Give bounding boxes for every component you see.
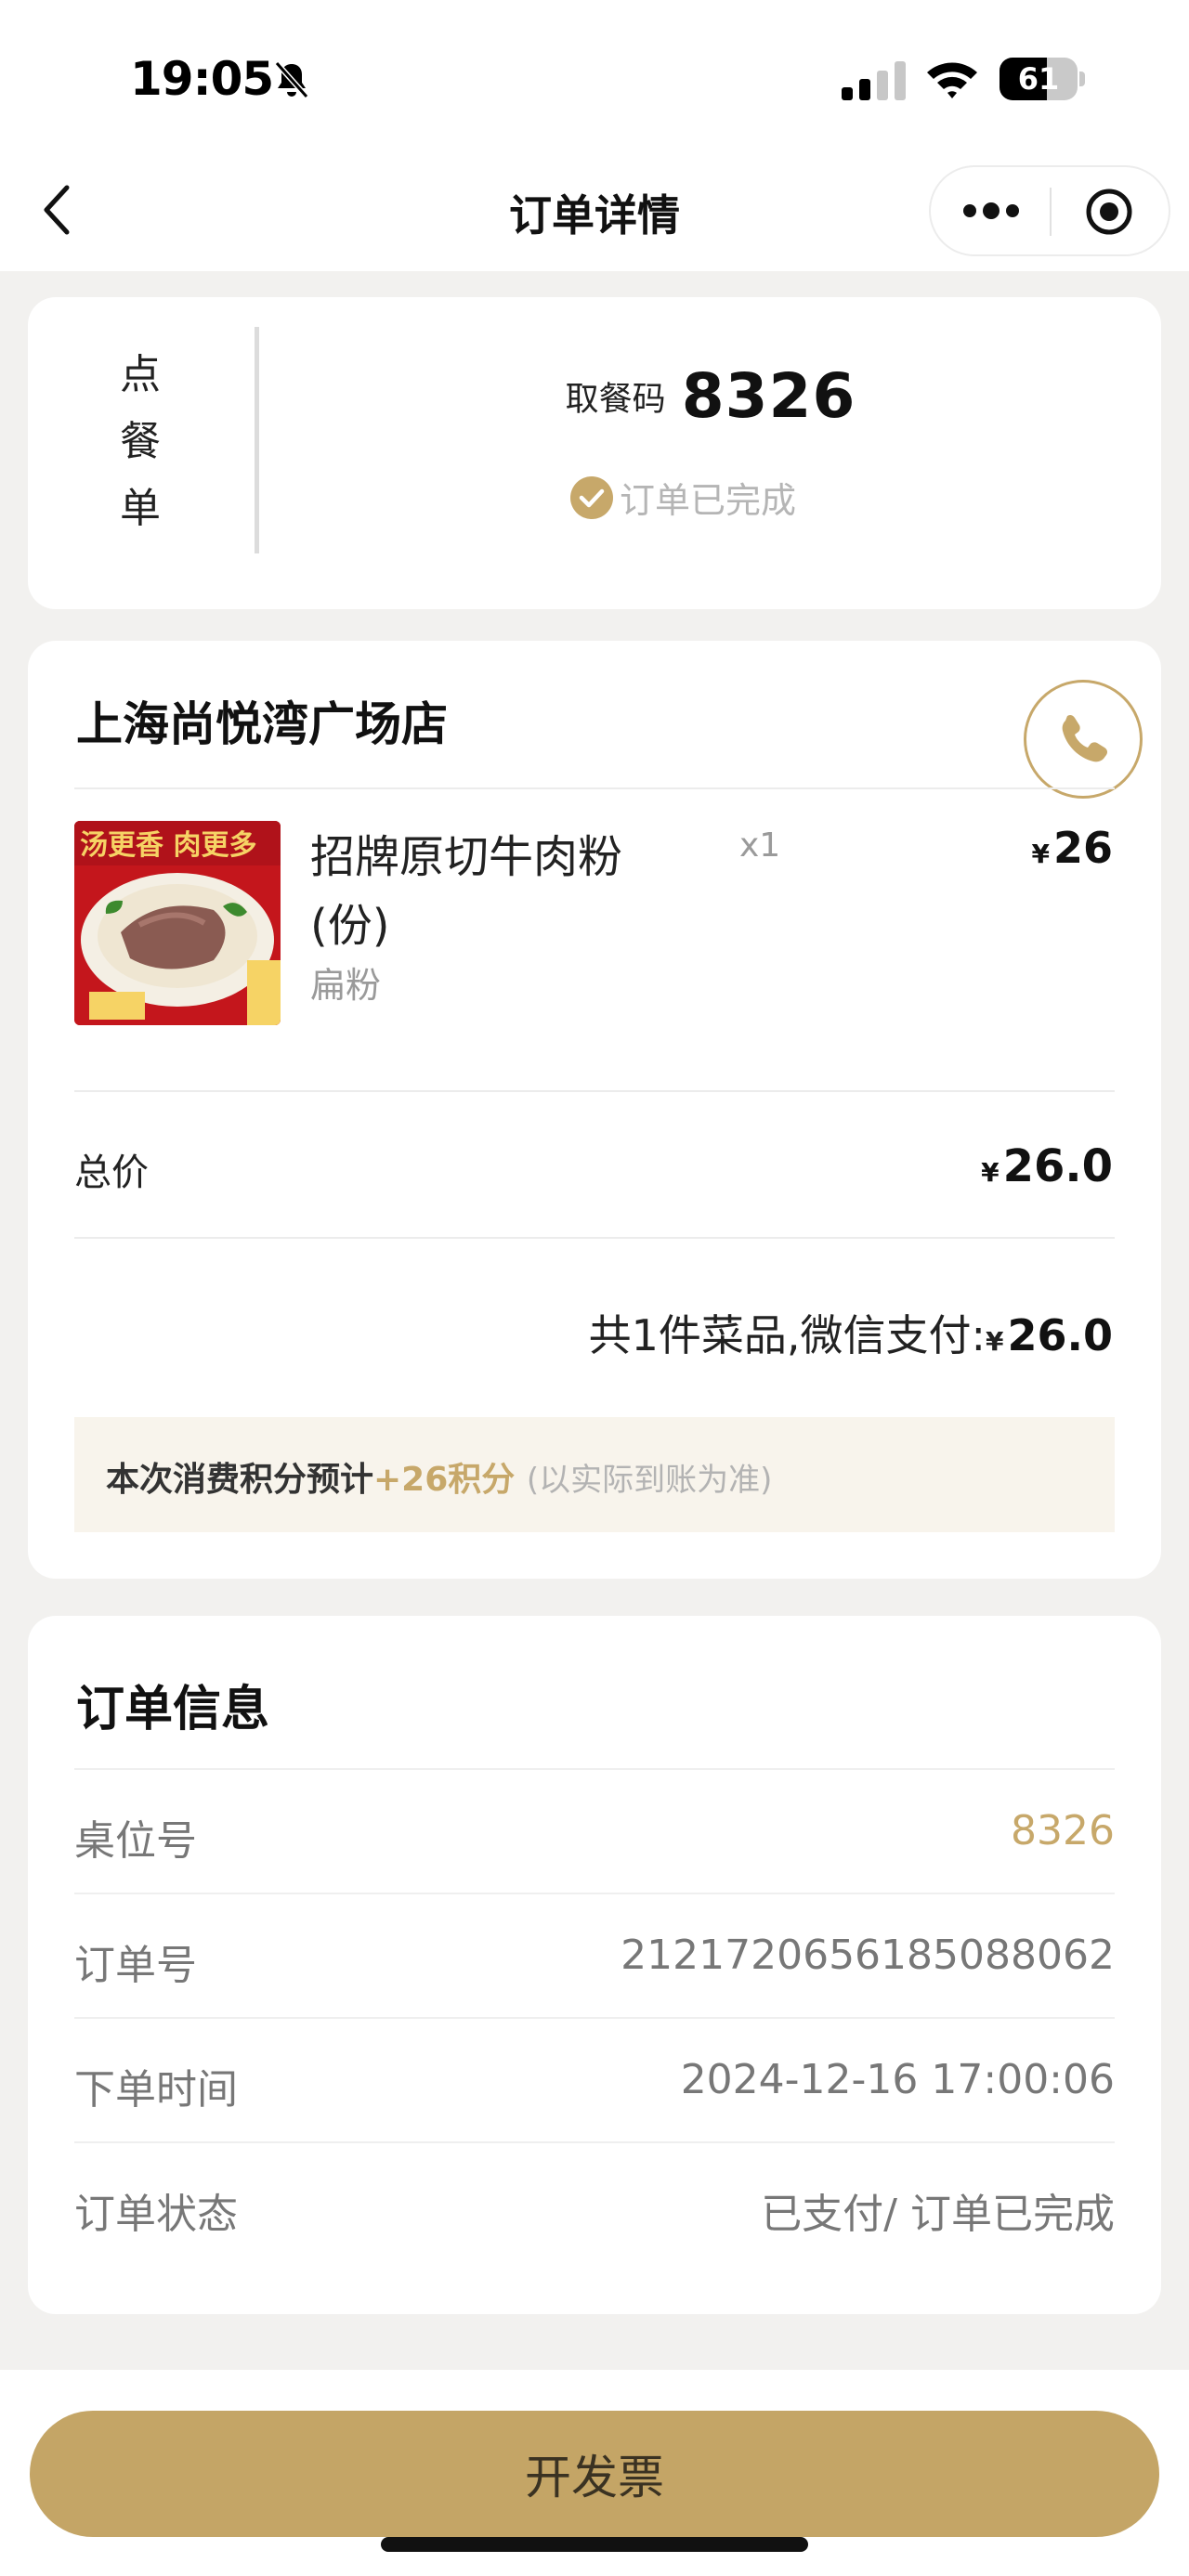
- order-info-title: 订单信息: [76, 1682, 270, 1737]
- points-banner: 本次消费积分预计+26积分 (以实际到账为准): [74, 1417, 1115, 1532]
- pickup-card: 点 餐 单 取餐码 8326: [28, 297, 1161, 609]
- payment-summary: 共1件菜品,微信支付:¥26.0: [588, 1310, 1113, 1360]
- order-number-label: 订单号: [74, 1942, 197, 1989]
- pickup-label: 取餐码: [565, 380, 666, 419]
- home-indicator: [381, 2537, 808, 2552]
- info-row-order-number: 订单号 2121720656185088062: [74, 1893, 1115, 2017]
- info-row-order-status: 订单状态 已支付/ 订单已完成: [74, 2141, 1115, 2266]
- points-note: (以实际到账为准): [526, 1462, 773, 1499]
- order-status-row: 订单已完成: [232, 472, 1133, 523]
- phone-icon: [1062, 714, 1108, 762]
- order-status-text: 订单已完成: [619, 480, 796, 521]
- cellular-signal-icon: [842, 61, 906, 100]
- dish-name: 招牌原切牛肉粉(份): [310, 831, 623, 952]
- status-time: 19:05: [130, 52, 274, 106]
- dish-image: 汤更香 肉更多: [74, 821, 281, 1025]
- bell-muted-icon: [274, 61, 309, 98]
- order-info-card: 订单信息 桌位号 8326 订单号 2121720656185088062 下单…: [28, 1616, 1161, 2314]
- order-type-label: 点 餐 单: [120, 351, 161, 532]
- battery-level: 61: [1017, 61, 1060, 97]
- dish-quantity: x1: [739, 826, 781, 865]
- dish-spec: 扁粉: [310, 965, 382, 1006]
- order-status-value: 已支付/ 订单已完成: [761, 2191, 1115, 2238]
- info-row-order-time: 下单时间 2024-12-16 17:00:06: [74, 2017, 1115, 2141]
- order-status-label: 订单状态: [74, 2191, 238, 2238]
- call-store-button[interactable]: [1024, 680, 1143, 799]
- total-label: 总价: [74, 1151, 149, 1194]
- store-name: 上海尚悦湾广场店: [76, 697, 448, 751]
- info-row-table: 桌位号 8326: [74, 1768, 1115, 1893]
- store-order-card: 上海尚悦湾广场店 汤更香 肉更多 招牌原切牛肉粉(份) 扁粉 x1 ¥26 总价…: [28, 641, 1161, 1579]
- wifi-icon: [927, 62, 977, 98]
- total-value: ¥26.0: [981, 1140, 1113, 1192]
- points-prefix: 本次消费积分预计: [106, 1461, 374, 1499]
- dish-price: ¥26: [1031, 823, 1114, 873]
- pickup-code-row: 取餐码 8326: [260, 360, 1161, 432]
- order-time-label: 下单时间: [74, 2066, 238, 2114]
- more-options-icon[interactable]: [959, 167, 1024, 254]
- check-circle-icon: [569, 475, 613, 519]
- svg-text:汤更香 肉更多: 汤更香 肉更多: [80, 829, 256, 862]
- battery-indicator: 61: [1000, 58, 1085, 100]
- table-number-label: 桌位号: [74, 1817, 197, 1865]
- pickup-code: 8326: [681, 360, 856, 432]
- order-number-value: 2121720656185088062: [621, 1932, 1115, 1979]
- mini-program-capsule: [929, 165, 1170, 256]
- table-number-value: 8326: [1011, 1807, 1115, 1854]
- close-mini-program-icon[interactable]: [1083, 188, 1135, 236]
- points-value: +26积分: [373, 1461, 516, 1499]
- invoice-button[interactable]: 开发票: [30, 2411, 1159, 2537]
- order-time-value: 2024-12-16 17:00:06: [680, 2056, 1115, 2103]
